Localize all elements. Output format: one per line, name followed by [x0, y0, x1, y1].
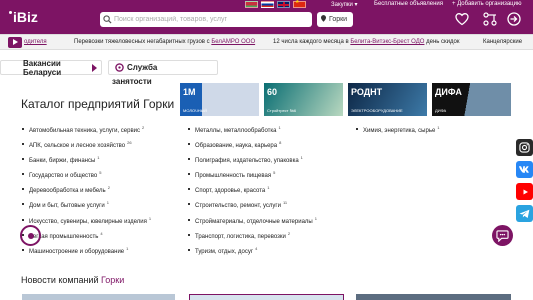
catalog-item[interactable]: Полиграфия, издательство, упаковка1: [188, 155, 317, 170]
chat-icon: [496, 229, 509, 242]
flag-en-icon[interactable]: [277, 1, 290, 8]
vacancies-label: Вакансии Беларуси: [23, 58, 62, 77]
compare-icon[interactable]: [482, 11, 498, 27]
catalog-item[interactable]: Транспорт, логистика, перевозки2: [188, 231, 317, 246]
catalog-item[interactable]: Туризм, отдых, досуг4: [188, 246, 317, 261]
ticker-item[interactable]: Канцелярские: [483, 39, 522, 45]
vacancies-tab[interactable]: Вакансии Беларуси: [0, 58, 102, 77]
catalog-item[interactable]: Образование, наука, карьера8: [188, 140, 317, 155]
telegram-icon[interactable]: [516, 205, 533, 222]
cursor-indicator-icon: [20, 225, 41, 246]
catalog-column: Металлы, металлообработка1 Образование, …: [188, 125, 317, 261]
catalog-item[interactable]: Искусство, сувениры, ювелирные изделия1: [22, 216, 151, 231]
flag-by-icon[interactable]: [245, 1, 258, 8]
chat-button[interactable]: [492, 225, 513, 246]
ticker-item[interactable]: 12 числа каждого месяца в Белита-Витэкс-…: [273, 39, 460, 45]
catalog-item[interactable]: АПК, сельское и лесное хозяйство26: [22, 140, 151, 155]
catalog-item[interactable]: Автомобильная техника, услуги, сервис2: [22, 125, 151, 140]
city-label: Горки: [329, 16, 348, 23]
logo[interactable]: iBiz: [8, 9, 38, 25]
free-ads-link[interactable]: Бесплатные объявления: [374, 1, 443, 7]
banner-strip: 1М МОЛОЧНЫЙ 60 Стройтрест №6 РОДНТ ЭЛЕКТРОО…: [180, 83, 511, 116]
employment-service-label: Служба: [127, 63, 158, 72]
news-city[interactable]: Горки: [101, 275, 124, 285]
purchases-link[interactable]: Закупки ▾: [331, 1, 358, 8]
catalog-item[interactable]: Банки, биржи, финансы1: [22, 155, 151, 170]
catalog-item[interactable]: Государство и общество5: [22, 170, 151, 185]
banner[interactable]: 1М МОЛОЧНЫЙ: [180, 83, 259, 116]
catalog-item[interactable]: Стройматериалы, отделочные материалы1: [188, 216, 317, 231]
add-company-link[interactable]: + Добавить организацию: [452, 1, 521, 7]
ticker-item[interactable]: Перевозки тяжеловесных негабаритных груз…: [74, 39, 255, 45]
search-icon[interactable]: [100, 12, 114, 27]
youtube-icon[interactable]: [516, 183, 533, 200]
top-header: iBiz Горки Закупки ▾ Бесплатные объявлен…: [0, 0, 533, 34]
location-pin-icon: [321, 15, 326, 24]
catalog-column: Автомобильная техника, услуги, сервис2 А…: [22, 125, 151, 261]
catalog-column: Химия, энергетика, сырье1: [356, 125, 440, 140]
employment-service-label-line2: занятости: [112, 77, 152, 86]
login-icon[interactable]: [506, 11, 522, 27]
banner[interactable]: 60 Стройтрест №6: [264, 83, 343, 116]
catalog-title: Каталог предприятий Горки: [21, 97, 175, 111]
employment-service-logo-icon: [115, 59, 124, 77]
logo-text: iBiz: [13, 9, 38, 25]
ticker-play-button[interactable]: [8, 37, 22, 48]
language-switcher: [245, 0, 306, 8]
city-selector[interactable]: Горки: [317, 12, 353, 27]
search-input[interactable]: [114, 13, 312, 26]
banner[interactable]: ДИФА ДИФА: [432, 83, 511, 116]
news-thumbnail[interactable]: [189, 294, 344, 300]
catalog-item[interactable]: Химия, энергетика, сырье1: [356, 125, 440, 140]
banner[interactable]: РОДНТ ЭЛЕКТРООБОРУДОВАНИЕ: [348, 83, 427, 116]
catalog-item[interactable]: Легкая промышленность4: [22, 231, 151, 246]
instagram-icon[interactable]: [516, 139, 533, 156]
news-section-title: Новости компаний Горки: [21, 275, 125, 285]
news-thumbnail[interactable]: [22, 294, 175, 300]
employment-service-tab[interactable]: Служба: [108, 60, 218, 75]
chevron-right-icon: [92, 64, 97, 72]
catalog-item[interactable]: Машиностроение и оборудование1: [22, 246, 151, 261]
logo-dot-icon: [9, 11, 12, 14]
catalog-city[interactable]: Горки: [143, 97, 174, 111]
flag-ru-icon[interactable]: [261, 1, 274, 8]
vk-icon[interactable]: [516, 161, 533, 178]
news-ticker: одителя Перевозки тяжеловесных негабарит…: [0, 34, 533, 50]
catalog-item[interactable]: Деревообработка и мебель2: [22, 185, 151, 200]
flag-cn-icon[interactable]: [293, 0, 306, 8]
catalog-item[interactable]: Спорт, здоровье, красота1: [188, 185, 317, 200]
news-thumbnail[interactable]: [356, 294, 511, 300]
ticker-item[interactable]: одителя: [24, 39, 47, 45]
favorites-icon[interactable]: [454, 11, 470, 27]
search-box[interactable]: [100, 12, 312, 27]
catalog-item[interactable]: Промышленность пищевая5: [188, 170, 317, 185]
catalog-item[interactable]: Дом и быт, бытовые услуги1: [22, 200, 151, 215]
catalog-item[interactable]: Металлы, металлообработка1: [188, 125, 317, 140]
catalog-item[interactable]: Строительство, ремонт, услуги11: [188, 200, 317, 215]
